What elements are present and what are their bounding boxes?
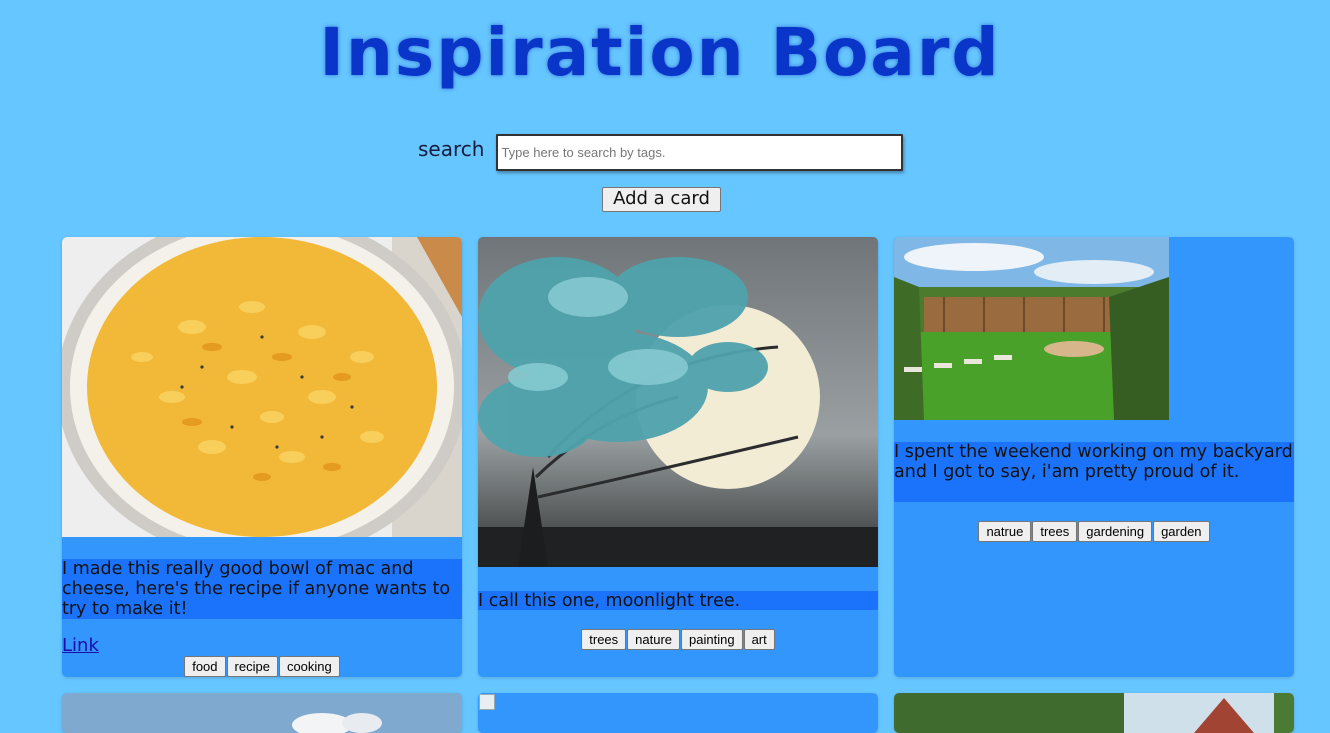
- card-partial-3: [894, 693, 1294, 733]
- tag-list: food recipe cooking: [62, 656, 462, 677]
- card-backyard: I spent the weekend working on my backya…: [894, 237, 1294, 677]
- page-title: Inspiration Board: [319, 14, 1001, 91]
- tag-button[interactable]: nature: [627, 629, 681, 650]
- card-partial-1: [62, 693, 462, 733]
- broken-image-icon: [479, 694, 495, 710]
- tag-button[interactable]: gardening: [1078, 521, 1153, 542]
- tag-button[interactable]: natrue: [978, 521, 1032, 542]
- tag-button[interactable]: food: [184, 656, 226, 677]
- tag-button[interactable]: painting: [681, 629, 743, 650]
- card-description: I spent the weekend working on my backya…: [894, 442, 1294, 502]
- sky-image: [62, 693, 462, 733]
- mac-and-cheese-image: [62, 237, 462, 537]
- card-moonlight-tree: I call this one, moonlight tree. trees n…: [478, 237, 878, 677]
- moonlight-tree-image: [478, 237, 878, 567]
- tag-button[interactable]: trees: [581, 629, 627, 650]
- card-description: I call this one, moonlight tree.: [478, 591, 878, 611]
- add-card-button[interactable]: Add a card: [602, 187, 721, 212]
- search-label: search: [418, 137, 485, 161]
- search-input[interactable]: [496, 133, 904, 171]
- card-partial-2: [478, 693, 878, 733]
- tag-button[interactable]: art: [743, 629, 775, 650]
- tag-button[interactable]: recipe: [226, 656, 278, 677]
- house-image: [894, 693, 1294, 733]
- card-mac-and-cheese: I made this really good bowl of mac and …: [62, 237, 462, 677]
- tag-list: natrue trees gardening garden: [894, 521, 1294, 542]
- card-description: I made this really good bowl of mac and …: [62, 559, 462, 619]
- search-bar: search: [418, 133, 904, 171]
- tag-button[interactable]: garden: [1153, 521, 1210, 542]
- backyard-image: [894, 237, 1169, 420]
- tag-list: trees nature painting art: [478, 629, 878, 650]
- tag-button[interactable]: trees: [1032, 521, 1078, 542]
- card-link[interactable]: Link: [62, 635, 99, 656]
- tag-button[interactable]: cooking: [278, 656, 340, 677]
